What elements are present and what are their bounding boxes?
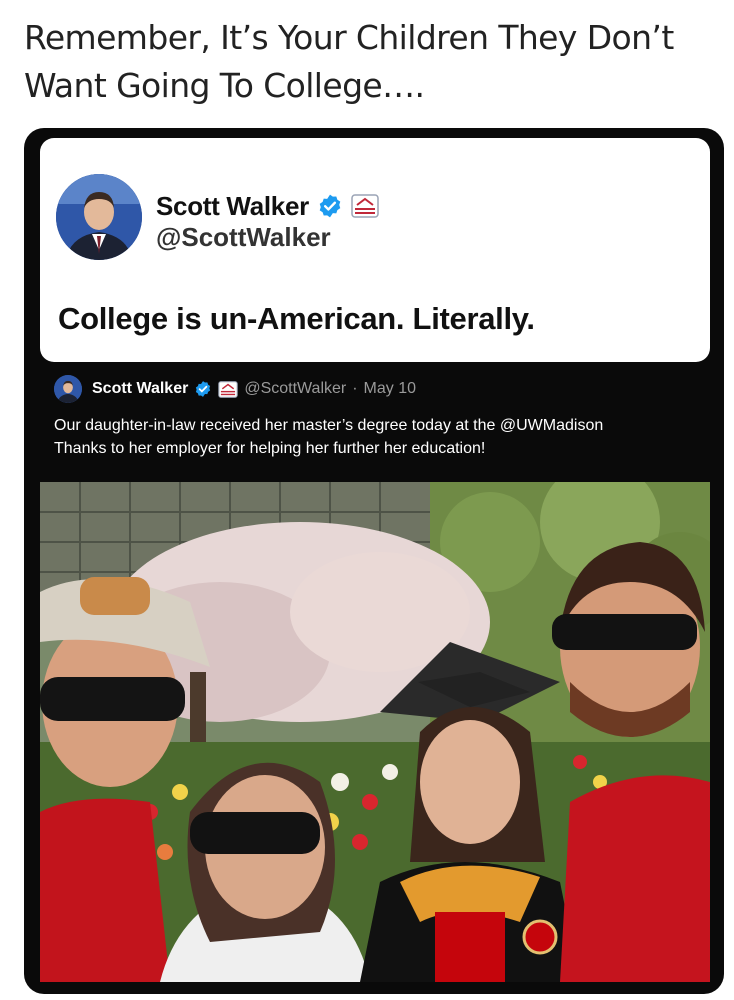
quoted-avatar[interactable] bbox=[54, 375, 82, 403]
quoted-avatar-portrait bbox=[54, 375, 82, 403]
quoted-date[interactable]: May 10 bbox=[364, 380, 416, 398]
author-name[interactable]: Scott Walker bbox=[156, 191, 309, 222]
government-badge-icon bbox=[351, 194, 379, 218]
quoted-government-badge-icon bbox=[218, 380, 239, 398]
author-row: Scott Walker bbox=[156, 188, 379, 224]
verified-badge-icon bbox=[319, 194, 341, 218]
quoted-text-line-2: Thanks to her employer for helping her f… bbox=[54, 440, 486, 457]
meta-separator: · bbox=[352, 380, 358, 397]
avatar-portrait bbox=[56, 174, 142, 260]
tweet-photo[interactable] bbox=[40, 482, 710, 982]
quoted-verified-badge-icon bbox=[196, 381, 211, 397]
main-tweet-card[interactable]: Scott Walker @ScottWalker College is un-… bbox=[40, 138, 710, 362]
quoted-text-line-1: Our daughter-in-law received her master’… bbox=[54, 417, 604, 434]
author-handle[interactable]: @ScottWalker bbox=[156, 222, 331, 253]
quoted-author-handle[interactable]: @ScottWalker bbox=[244, 380, 346, 398]
avatar[interactable] bbox=[56, 174, 142, 260]
graduation-photo bbox=[40, 482, 710, 982]
quoted-tweet-text: Our daughter-in-law received her master’… bbox=[54, 414, 704, 460]
tweet-text: College is un-American. Literally. bbox=[58, 301, 535, 336]
post-caption: Remember, It’s Your Children They Don’t … bbox=[24, 18, 674, 105]
screenshot-frame: Scott Walker @ScottWalker College is un-… bbox=[24, 128, 724, 994]
quoted-author-name[interactable]: Scott Walker bbox=[92, 380, 188, 398]
quoted-tweet-header[interactable]: Scott Walker @ScottWalker · May 10 bbox=[40, 374, 710, 404]
